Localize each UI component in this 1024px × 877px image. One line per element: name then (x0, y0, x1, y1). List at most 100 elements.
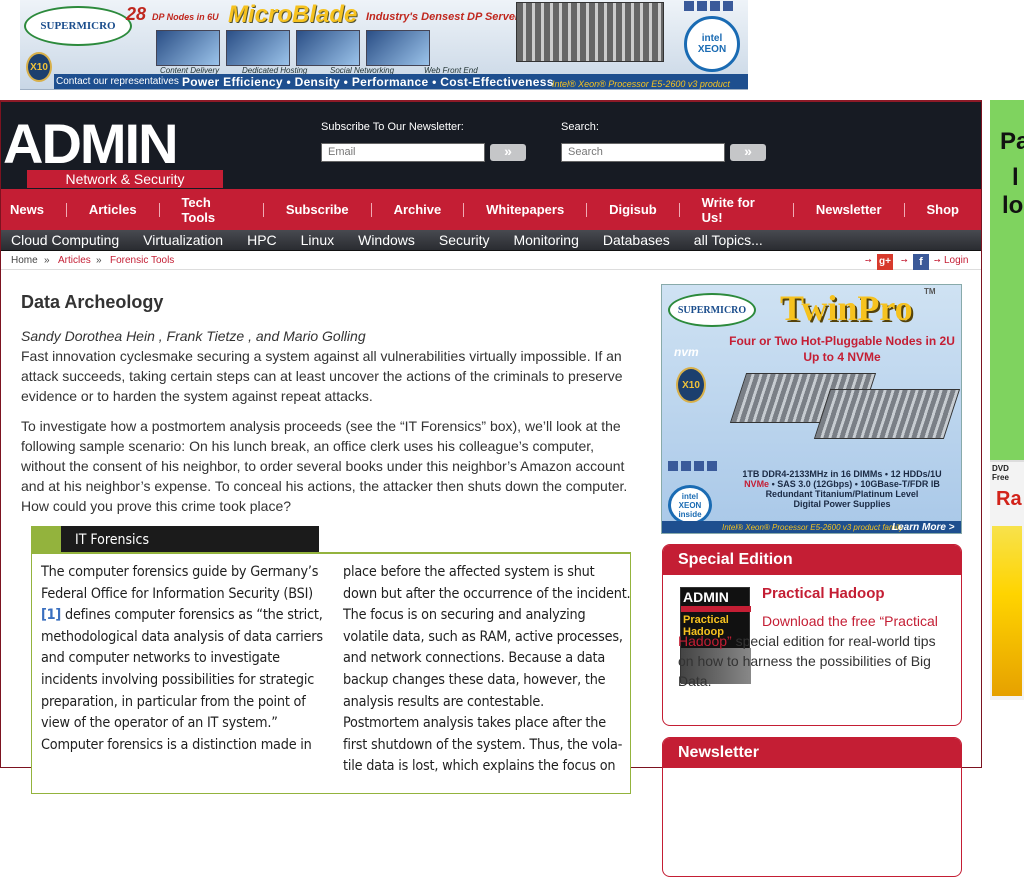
nav-whitepapers[interactable]: Whitepapers (464, 202, 586, 217)
twinpro-tm: TM (924, 287, 936, 296)
search-label: Search: (561, 121, 599, 133)
ad-thumbnails (156, 30, 430, 66)
main-nav: News Articles Tech Tools Subscribe Archi… (1, 189, 981, 230)
ad-node-count: 28 (126, 4, 147, 24)
breadcrumb-current[interactable]: Forensic Tools (110, 252, 174, 270)
reference-link[interactable]: [1] (41, 607, 61, 623)
topic-windows[interactable]: Windows (346, 232, 427, 248)
ad-thumbnail (156, 30, 220, 66)
server-node-image (813, 389, 961, 439)
x10-badge: X10 (26, 52, 52, 82)
logo-word: ADMIN (3, 112, 179, 175)
topic-databases[interactable]: Databases (591, 232, 682, 248)
learn-more-link[interactable]: Learn More > (892, 521, 955, 533)
topic-monitoring[interactable]: Monitoring (501, 232, 590, 248)
login-link[interactable]: Login (944, 252, 968, 270)
side-ad-mag-title: Ra (996, 488, 1022, 510)
topic-virtualization[interactable]: Virtualization (131, 232, 235, 248)
special-edition-description: Download the free “Practical Hadoop” spe… (678, 613, 938, 689)
special-edition-box: Special Edition ADMIN Practical Hadoop P… (662, 544, 962, 726)
topic-nav: Cloud Computing Virtualization HPC Linux… (1, 230, 981, 251)
breadcrumb-separator: » (96, 255, 102, 266)
side-ad-text: l (1012, 164, 1019, 191)
ad-server-image (516, 2, 664, 62)
nvme-logo: nvm (674, 345, 699, 359)
nav-shop[interactable]: Shop (904, 202, 981, 217)
article-lead: Fast innovation cyclesmake securing a sy… (21, 348, 623, 404)
side-ad-magazine: DVD Free Ra (990, 460, 1024, 700)
ad-social-icons (668, 461, 717, 471)
twitter-icon (710, 1, 720, 11)
nav-digisub[interactable]: Digisub (587, 202, 679, 217)
logo-subtitle: Network & Security (27, 170, 223, 188)
twinpro-ad[interactable]: SUPERMICRO TwinPro TM Four or Two Hot-Pl… (661, 284, 962, 534)
topic-all-topics[interactable]: all Topics... (682, 232, 775, 248)
nav-subscribe[interactable]: Subscribe (264, 202, 371, 217)
search-submit-button[interactable]: » (730, 144, 766, 161)
google-plus-icon[interactable]: g+ (877, 254, 893, 270)
box-body: The computer forensics guide by Germany’… (31, 554, 631, 794)
breadcrumb-home[interactable]: Home (11, 252, 38, 270)
ad-social-icons (684, 1, 733, 11)
side-ad-mag-strip (992, 526, 1022, 696)
nav-archive[interactable]: Archive (372, 202, 464, 217)
twinpro-footer: Intel® Xeon® Processor E5-2600 v3 produc… (662, 521, 961, 533)
ad-title: MicroBlade (228, 1, 358, 28)
top-banner-ad[interactable]: SUPERMICRO X10 28 DP Nodes in 6U MicroBl… (20, 0, 748, 90)
article: Data Archeology Sandy Dorothea Hein , Fr… (21, 292, 633, 516)
nav-newsletter[interactable]: Newsletter (794, 202, 904, 217)
article-paragraph: To investigate how a postmortem analysis… (21, 418, 628, 514)
box-column-1: The computer forensics guide by Germany’… (41, 564, 323, 753)
box-title: IT Forensics (61, 526, 319, 554)
arrow-icon: ➙ (934, 256, 941, 265)
newsletter-email-input[interactable]: Email (321, 143, 485, 162)
twinpro-specs: 1TB DDR4-2133MHz in 16 DIMMs • 12 HDDs/1… (742, 469, 942, 509)
topic-linux[interactable]: Linux (289, 232, 346, 248)
ad-slogan: Power Efficiency • Density • Performance… (182, 75, 554, 89)
nav-tech-tools[interactable]: Tech Tools (159, 195, 262, 225)
ad-node-label: DP Nodes in 6U (152, 12, 219, 22)
newsletter-submit-button[interactable]: » (490, 144, 526, 161)
intel-xeon-logo: intel XEON (684, 16, 740, 72)
topic-security[interactable]: Security (427, 232, 502, 248)
search-input[interactable]: Search (561, 143, 725, 162)
facebook-icon (668, 461, 678, 471)
ad-thumbnail (296, 30, 360, 66)
side-ad-dvd: DVD Free (992, 464, 1009, 482)
site-frame: ADMIN Network & Security Subscribe To Ou… (0, 100, 982, 877)
ad-bottom-strip: Contact our representatives Power Effici… (54, 74, 748, 89)
topic-cloud-computing[interactable]: Cloud Computing (1, 232, 131, 248)
it-forensics-box: IT Forensics The computer forensics guid… (31, 526, 633, 794)
twitter-icon (694, 461, 704, 471)
article-title: Data Archeology (21, 292, 164, 312)
breadcrumb: Home » Articles » Forensic Tools ➙ g+ ➙ … (1, 252, 981, 270)
breadcrumb-articles[interactable]: Articles (58, 252, 91, 270)
nav-write-for-us[interactable]: Write for Us! (680, 195, 793, 225)
site-header: ADMIN Network & Security Subscribe To Ou… (1, 102, 981, 189)
special-edition-title[interactable]: Practical Hadoop (762, 585, 885, 602)
ad-tagline: Industry's Densest DP Server (366, 11, 520, 23)
intel-xeon-logo: intel XEON inside (668, 485, 712, 525)
newsletter-box: Newsletter (662, 737, 962, 877)
topic-hpc[interactable]: HPC (235, 232, 289, 248)
ad-thumbnail (366, 30, 430, 66)
facebook-icon (684, 1, 694, 11)
x10-badge: X10 (676, 367, 706, 403)
supermicro-logo: SUPERMICRO (668, 293, 756, 327)
newsletter-header: Newsletter (663, 738, 961, 768)
nav-news[interactable]: News (1, 202, 66, 217)
twinpro-title: TwinPro (780, 288, 913, 328)
linkedin-icon (723, 1, 733, 11)
side-skyscraper-ad[interactable]: Pa l lo DVD Free Ra (990, 100, 1024, 700)
ad-thumbnail (226, 30, 290, 66)
box-accent (31, 526, 61, 554)
ad-contact: Contact our representatives (56, 76, 179, 87)
twinpro-headline: Four or Two Hot-Pluggable Nodes in 2U Up… (729, 334, 955, 364)
side-ad-text: Pa (1000, 128, 1024, 155)
breadcrumb-separator: » (44, 255, 50, 266)
special-edition-header: Special Edition (663, 545, 961, 575)
nav-articles[interactable]: Articles (67, 202, 159, 217)
facebook-icon[interactable]: f (913, 254, 929, 270)
admin-logo[interactable]: ADMIN Network & Security (3, 112, 223, 188)
supermicro-logo: SUPERMICRO (24, 6, 132, 46)
